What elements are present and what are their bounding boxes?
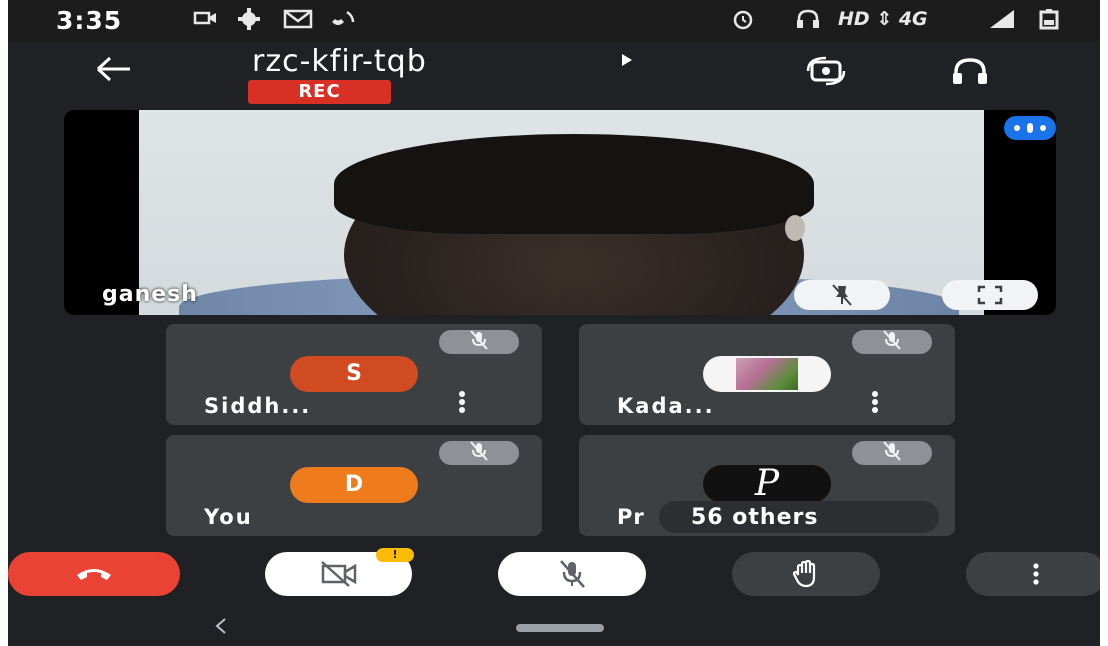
participant-name: Kada... xyxy=(617,394,715,418)
mic-off-icon xyxy=(560,560,585,588)
battery-icon xyxy=(1038,8,1060,36)
raise-hand-button[interactable] xyxy=(732,552,880,596)
unpin-button[interactable] xyxy=(794,280,890,310)
gear-icon xyxy=(236,8,262,36)
status-bar: 3:35 HD ⇕ 4G xyxy=(8,0,1100,42)
main-video-tile[interactable]: ganesh xyxy=(64,110,1056,315)
mic-off-indicator xyxy=(439,330,519,354)
more-options-button[interactable] xyxy=(966,552,1100,596)
phone-wifi-icon xyxy=(328,8,358,36)
switch-camera-button[interactable] xyxy=(806,54,846,88)
status-time: 3:35 xyxy=(56,6,123,35)
more-vert-icon xyxy=(459,391,465,413)
arrow-left-icon xyxy=(96,56,130,82)
pin-off-icon xyxy=(832,284,852,306)
nav-back-button[interactable] xyxy=(214,616,228,641)
mic-off-icon xyxy=(470,441,488,461)
participant-tile[interactable]: D You xyxy=(166,435,542,536)
avatar xyxy=(703,356,831,392)
signal-icon xyxy=(988,8,1016,36)
main-participant-name: ganesh xyxy=(102,282,198,307)
nav-home-handle[interactable] xyxy=(516,624,604,632)
camera-off-icon xyxy=(320,561,356,587)
caret-right-icon[interactable] xyxy=(620,52,634,73)
fullscreen-button[interactable] xyxy=(942,280,1038,310)
avatar-photo xyxy=(736,358,798,390)
mic-off-icon xyxy=(470,330,488,350)
participant-tile[interactable]: S Siddh... xyxy=(166,324,542,425)
recording-badge: REC xyxy=(248,80,391,104)
participant-name: You xyxy=(204,505,253,529)
gmail-icon xyxy=(283,8,313,36)
chevron-left-icon xyxy=(215,618,226,634)
microphone-toggle-button[interactable] xyxy=(498,552,646,596)
headset-icon xyxy=(795,8,821,36)
others-tile[interactable]: P Pr 56 others xyxy=(579,435,955,536)
avatar: P xyxy=(703,465,831,503)
camera-warning-badge: ! xyxy=(376,548,414,562)
mic-off-indicator xyxy=(439,441,519,465)
participant-menu-button[interactable] xyxy=(867,390,883,420)
mic-off-icon xyxy=(883,330,901,350)
audio-output-button[interactable] xyxy=(950,56,990,86)
meeting-code[interactable]: rzc-kfir-tqb xyxy=(252,44,427,79)
network-label: HD ⇕ 4G xyxy=(838,8,928,30)
mic-off-indicator xyxy=(852,441,932,465)
end-call-button[interactable] xyxy=(8,552,180,596)
hand-icon xyxy=(792,559,816,588)
video-person-hair xyxy=(334,134,814,234)
mic-off-icon xyxy=(883,441,901,461)
fullscreen-icon xyxy=(977,285,1003,305)
participant-tile[interactable]: Kada... xyxy=(579,324,955,425)
alarm-icon xyxy=(730,8,756,36)
switch-camera-icon xyxy=(806,56,846,86)
meet-screen: 3:35 HD ⇕ 4G rzc-kfir-tqb REC ganesh S S… xyxy=(8,0,1100,646)
speaking-indicator xyxy=(1004,116,1056,140)
participant-name: Pr xyxy=(617,505,645,529)
video-earpiece xyxy=(785,215,805,241)
participant-menu-button[interactable] xyxy=(454,390,470,420)
back-button[interactable] xyxy=(94,54,134,91)
avatar: D xyxy=(290,467,418,503)
others-count: 56 others xyxy=(691,505,819,530)
avatar: S xyxy=(290,356,418,392)
participant-name: Siddh... xyxy=(204,394,312,418)
more-vert-icon xyxy=(872,391,878,413)
call-end-icon xyxy=(77,569,111,580)
video-icon xyxy=(193,8,219,34)
headphones-icon xyxy=(953,58,987,84)
more-vert-icon xyxy=(1033,563,1039,585)
mic-off-indicator xyxy=(852,330,932,354)
